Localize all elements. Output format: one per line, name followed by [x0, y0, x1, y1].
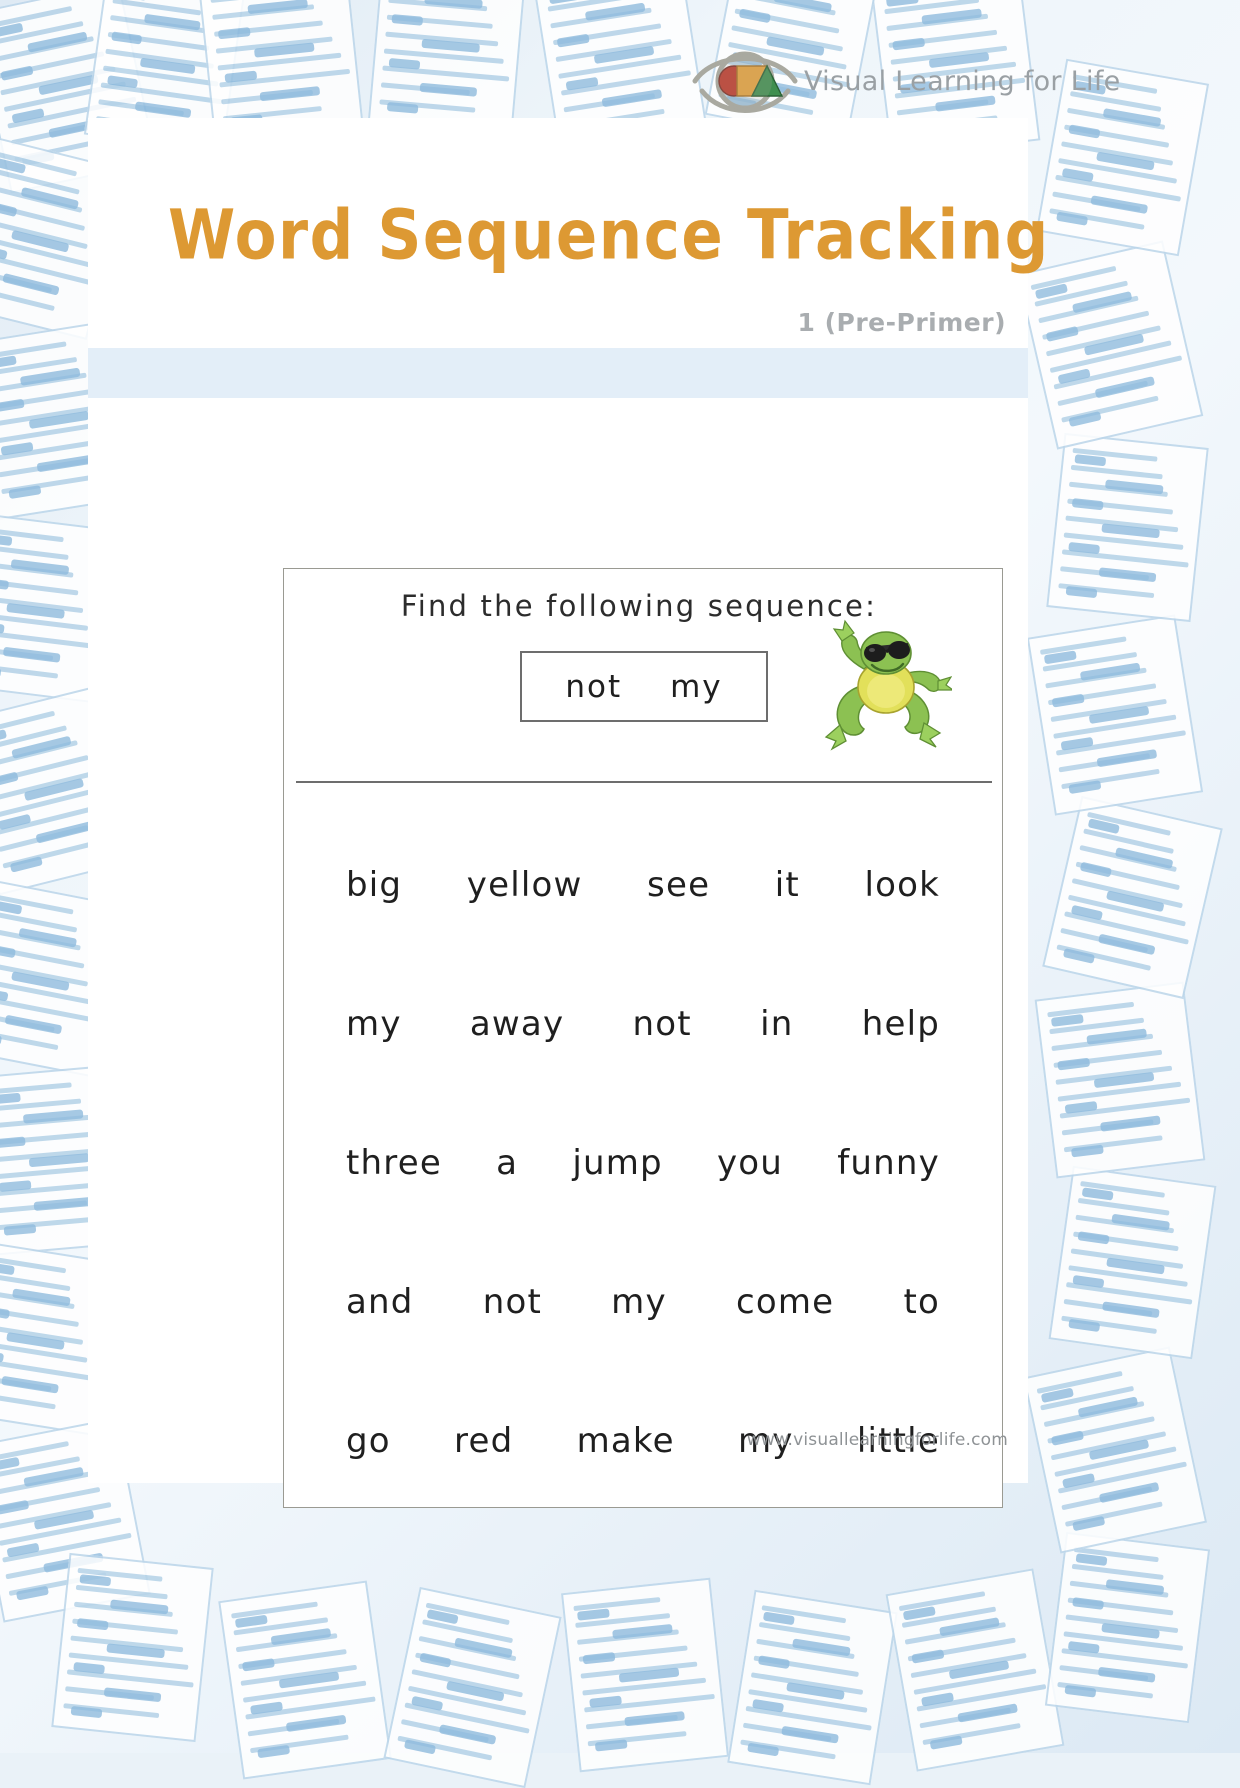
table-row: my away not in help: [346, 954, 940, 1093]
background-worksheet-card: [1046, 432, 1209, 623]
grid-word[interactable]: my: [346, 1004, 402, 1044]
background-worksheet-card: [1026, 614, 1204, 816]
table-row: big yellow see it look: [346, 815, 940, 954]
grid-word[interactable]: my: [611, 1282, 667, 1322]
target-word-1: not: [565, 668, 623, 705]
table-row: and not my come to: [346, 1232, 940, 1371]
grid-word[interactable]: see: [647, 865, 710, 905]
background-worksheet-card: [1022, 1346, 1208, 1554]
background-worksheet-card: [51, 1552, 214, 1743]
grid-word[interactable]: jump: [572, 1143, 663, 1183]
background-worksheet-card: [1034, 981, 1206, 1179]
grid-word[interactable]: to: [903, 1282, 940, 1322]
background-worksheet-card: [383, 1586, 562, 1788]
grid-word[interactable]: three: [346, 1143, 442, 1183]
exercise-card: Find the following sequence: not my big …: [283, 568, 1003, 1508]
brand-logo-text: Visual Learning for Life: [804, 65, 1121, 97]
table-row: three a jump you funny: [346, 1093, 940, 1232]
grid-word[interactable]: not: [483, 1282, 542, 1322]
grid-word[interactable]: help: [862, 1004, 940, 1044]
background-worksheet-card: [885, 1568, 1065, 1772]
background-worksheet-card: [727, 1589, 898, 1786]
grid-word[interactable]: red: [454, 1421, 513, 1461]
level-subtitle: 1 (Pre-Primer): [797, 308, 1006, 337]
prompt-row: Find the following sequence: not my: [284, 569, 1002, 784]
card-divider: [296, 781, 992, 783]
grid-word[interactable]: a: [496, 1143, 518, 1183]
worksheet-sheet: Word Sequence Tracking 1 (Pre-Primer) Fi…: [88, 118, 1048, 1508]
grid-word[interactable]: and: [346, 1282, 414, 1322]
grid-word[interactable]: in: [760, 1004, 793, 1044]
grid-word[interactable]: big: [346, 865, 402, 905]
title-block: Word Sequence Tracking 1 (Pre-Primer): [88, 118, 1048, 348]
grid-word[interactable]: funny: [837, 1143, 940, 1183]
target-word-2: my: [670, 668, 723, 705]
frog-mascot-illustration: [824, 619, 952, 751]
grid-word[interactable]: away: [470, 1004, 564, 1044]
grid-word[interactable]: not: [633, 1004, 692, 1044]
background-worksheet-card: [1048, 1165, 1217, 1360]
footer-website-url[interactable]: www.visuallearningforlife.com: [747, 1430, 1008, 1450]
grid-word[interactable]: it: [775, 865, 800, 905]
grid-word[interactable]: go: [346, 1421, 391, 1461]
target-sequence-box: not my: [520, 651, 768, 722]
eye-shapes-logo-icon: [692, 51, 798, 113]
grid-word[interactable]: make: [577, 1421, 675, 1461]
page-title: Word Sequence Tracking: [168, 196, 1050, 276]
grid-word[interactable]: yellow: [467, 865, 583, 905]
brand-logo: Visual Learning for Life: [690, 45, 1120, 117]
word-search-grid: big yellow see it look my away not in he…: [284, 797, 1002, 1495]
grid-word[interactable]: you: [717, 1143, 783, 1183]
grid-word[interactable]: look: [864, 865, 940, 905]
title-underbar: [88, 348, 1028, 398]
background-worksheet-card: [367, 0, 528, 136]
background-worksheet-card: [1042, 795, 1223, 1000]
grid-word[interactable]: come: [736, 1282, 834, 1322]
background-worksheet-card: [561, 1577, 729, 1773]
background-worksheet-card: [218, 1580, 392, 1780]
background-worksheet-card: [1044, 1531, 1211, 1724]
